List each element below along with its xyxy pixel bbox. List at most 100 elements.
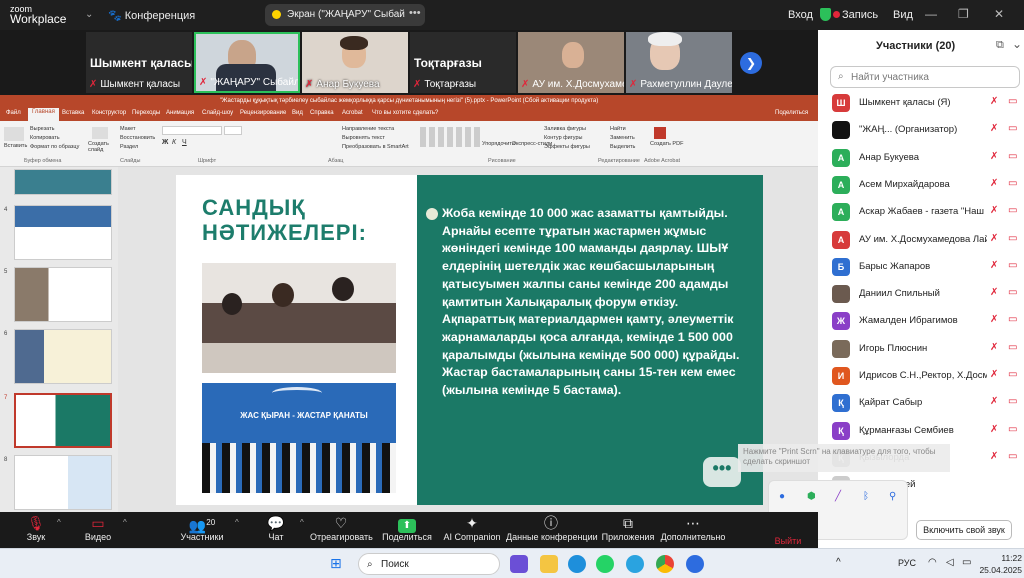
paste-button[interactable]: Вставить xyxy=(4,143,27,149)
participant-row[interactable]: А АУ им. Х.Досмухамедова Лайла ...✗ ▭ xyxy=(830,227,1022,254)
menu-file[interactable]: Файл xyxy=(6,110,21,116)
camera-off-icon[interactable]: ▭ xyxy=(1008,123,1017,134)
record-button[interactable]: Запись xyxy=(832,9,878,21)
mic-muted-icon[interactable]: ✗ xyxy=(990,369,998,380)
align-text-button[interactable]: Выровнять текст xyxy=(342,135,385,141)
chevron-down-icon[interactable]: ⌄ xyxy=(85,9,93,20)
participant-row[interactable]: Б Барыс Жапаров ✗ ▭ xyxy=(830,254,1022,281)
pen-icon[interactable]: ╱ xyxy=(835,491,841,502)
clock-time[interactable]: 11:22 xyxy=(996,553,1022,563)
copy-button[interactable]: Копировать xyxy=(30,135,60,141)
slide[interactable]: САНДЫҚ НӘТИЖЕЛЕРІ: ЖАС ҚЫРАН - ЖАСТАР ҚА… xyxy=(176,175,763,505)
bold-button[interactable]: Ж xyxy=(162,139,168,146)
participants-button[interactable]: 👥20 Участники xyxy=(178,514,226,542)
chevron-down-icon[interactable]: ⌄ xyxy=(1012,37,1022,51)
video-button[interactable]: ▭ Видео xyxy=(82,514,114,542)
camera-off-icon[interactable]: ▭ xyxy=(1008,178,1017,189)
participant-row[interactable]: А Асем Мирхайдарова ✗ ▭ xyxy=(830,172,1022,199)
italic-button[interactable]: К xyxy=(172,139,176,146)
shape-outline-button[interactable]: Контур фигуры xyxy=(544,135,582,141)
replace-button[interactable]: Заменить xyxy=(610,135,635,141)
file-explorer-icon[interactable] xyxy=(540,555,558,573)
minimize-icon[interactable]: — xyxy=(925,7,937,21)
participant-row[interactable]: А Анар Букуева ✗ ▭ xyxy=(830,145,1022,172)
battery-icon[interactable]: ▭ xyxy=(962,557,971,568)
unmute-self-button[interactable]: Включить свой звук xyxy=(916,520,1012,540)
slide-thumbnail[interactable] xyxy=(14,329,112,384)
participant-row[interactable]: Игорь Плюснин ✗ ▭ xyxy=(830,336,1022,363)
font-family-select[interactable] xyxy=(162,126,222,135)
camera-off-icon[interactable]: ▭ xyxy=(1008,424,1017,435)
underline-button[interactable]: Ч xyxy=(182,139,187,146)
participant-row[interactable]: Қ Қайрат Сабыр ✗ ▭ xyxy=(830,390,1022,417)
format-painter-button[interactable]: Формат по образцу xyxy=(30,144,79,150)
mic-muted-icon[interactable]: ✗ xyxy=(990,178,998,189)
popout-icon[interactable]: ⧉ xyxy=(996,39,1004,52)
next-page-arrow-icon[interactable]: ❯ xyxy=(740,52,762,74)
mic-muted-icon[interactable]: ✗ xyxy=(990,260,998,271)
find-button[interactable]: Найти xyxy=(610,126,626,132)
whatsapp-icon[interactable] xyxy=(596,555,614,573)
camera-off-icon[interactable]: ▭ xyxy=(1008,369,1017,380)
select-button[interactable]: Выделить xyxy=(610,144,635,150)
mic-muted-icon[interactable]: ✗ xyxy=(990,451,998,462)
video-tile[interactable]: ✗ Анар Букуева xyxy=(302,32,408,93)
mic-muted-icon[interactable]: ✗ xyxy=(990,287,998,298)
camera-off-icon[interactable]: ▭ xyxy=(1008,314,1017,325)
layout-button[interactable]: Макет xyxy=(120,126,136,132)
taskbar-search[interactable]: ⌕ Поиск xyxy=(358,553,500,575)
slide-thumbnail[interactable] xyxy=(14,205,112,260)
screen-share-indicator[interactable]: Экран ("ЖАҢАРУ" Сыбайлас Ж ••• xyxy=(265,4,425,26)
slide-thumbnail-selected[interactable] xyxy=(14,393,112,448)
camera-off-icon[interactable]: ▭ xyxy=(1008,96,1017,107)
menu-insert[interactable]: Вставка xyxy=(62,110,84,116)
camera-off-icon[interactable]: ▭ xyxy=(1008,233,1017,244)
shapes-gallery[interactable] xyxy=(420,127,480,147)
copilot-icon[interactable] xyxy=(510,555,528,573)
mic-muted-icon[interactable]: ✗ xyxy=(990,123,998,134)
restore-icon[interactable]: ❐ xyxy=(958,7,969,21)
menu-design[interactable]: Конструктор xyxy=(92,110,126,116)
text-direction-button[interactable]: Направление текста xyxy=(342,126,394,132)
shape-fill-button[interactable]: Заливка фигуры xyxy=(544,126,586,132)
new-slide-button[interactable]: Создать слайд xyxy=(88,141,116,153)
apps-button[interactable]: ⧉ Приложения xyxy=(600,514,656,542)
zoom-tray-icon[interactable]: ● xyxy=(779,491,785,502)
video-tile[interactable]: Тоқтарғазы ✗ Тоқтарғазы xyxy=(410,32,516,93)
telegram-icon[interactable] xyxy=(626,555,644,573)
camera-off-icon[interactable]: ▭ xyxy=(1008,260,1017,271)
ai-companion-button[interactable]: ✦ AI Companion xyxy=(442,514,502,542)
audio-button[interactable]: 🎙 Звук xyxy=(22,514,50,542)
chevron-up-icon[interactable]: ^ xyxy=(836,557,841,568)
usb-icon[interactable]: ⚲ xyxy=(889,491,896,502)
mic-muted-icon[interactable]: ✗ xyxy=(990,96,998,107)
mic-muted-icon[interactable]: ✗ xyxy=(990,233,998,244)
camera-off-icon[interactable]: ▭ xyxy=(1008,451,1017,462)
conference-data-button[interactable]: ⓘ Данные конференции xyxy=(506,514,598,542)
participant-row[interactable]: Қ Құрманғазы Сембиев ✗ ▭ xyxy=(830,418,1022,445)
new-slide-icon[interactable] xyxy=(92,127,108,139)
menu-view[interactable]: Вид xyxy=(292,110,303,116)
section-button[interactable]: Раздел xyxy=(120,144,138,150)
view-button[interactable]: Вид xyxy=(893,9,913,21)
input-language[interactable]: РУС xyxy=(898,558,916,568)
participant-row[interactable]: Даниил Спильный ✗ ▭ xyxy=(830,281,1022,308)
video-tile[interactable]: ✗АУ им. Х.Досмухамедо... xyxy=(518,32,624,93)
menu-review[interactable]: Рецензирование xyxy=(240,110,286,116)
camera-off-icon[interactable]: ▭ xyxy=(1008,205,1017,216)
reset-button[interactable]: Восстановить xyxy=(120,135,155,141)
menu-home[interactable]: Главная xyxy=(28,108,59,121)
chat-bubble-icon[interactable]: ••• xyxy=(703,457,741,487)
arrange-button[interactable]: Упорядочить xyxy=(482,141,515,147)
participant-row[interactable]: Ж Жамалден Ибрагимов ✗ ▭ xyxy=(830,308,1022,335)
camera-off-icon[interactable]: ▭ xyxy=(1008,151,1017,162)
more-icon[interactable]: ••• xyxy=(409,7,421,19)
video-tile[interactable]: ✗Рахметуллин Даулетк... xyxy=(626,32,732,93)
video-tile[interactable]: Шымкент қаласы ✗ Шымкент қаласы xyxy=(86,32,192,93)
menu-tell-me[interactable]: Что вы хотите сделать? xyxy=(372,110,438,116)
smartart-button[interactable]: Преобразовать в SmartArt xyxy=(342,144,409,150)
video-tile-active-speaker[interactable]: ✗"ЖАҢАРУ" Сыбайлас Же... xyxy=(194,32,300,93)
edge-icon[interactable] xyxy=(568,555,586,573)
menu-share[interactable]: Поделиться xyxy=(775,110,808,116)
menu-transitions[interactable]: Переходы xyxy=(132,110,160,116)
